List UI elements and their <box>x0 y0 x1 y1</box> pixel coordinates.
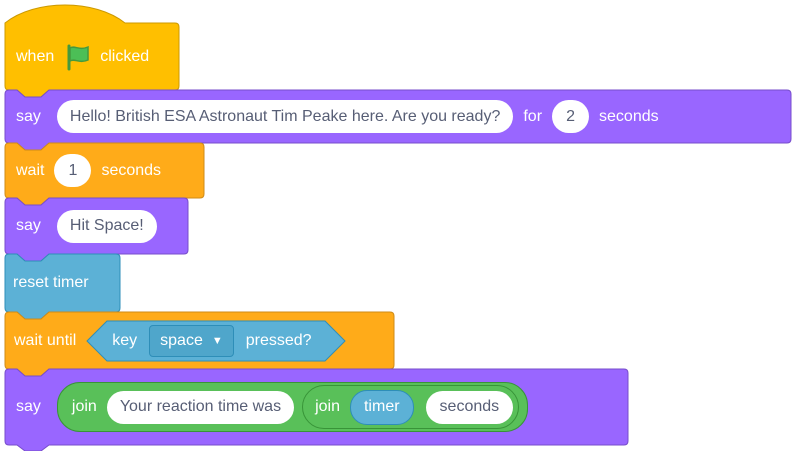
seconds-label: seconds <box>101 161 162 179</box>
seconds-label: seconds <box>599 107 659 125</box>
wait-until-label: wait until <box>14 331 77 349</box>
join-text-input[interactable]: Your reaction time was <box>106 390 295 424</box>
join-label: join <box>71 398 97 415</box>
join-label: join <box>315 398 340 415</box>
clicked-label: clicked <box>100 47 150 65</box>
pressed-label: pressed? <box>245 331 312 349</box>
wait-seconds-block[interactable]: wait 1 seconds <box>4 142 205 206</box>
green-flag-icon <box>67 44 89 70</box>
join-reporter[interactable]: join Your reaction time was join timer s… <box>56 382 529 432</box>
for-label: for <box>523 107 543 125</box>
say-message-input[interactable]: Hello! British ESA Astronaut Tim Peake h… <box>56 100 514 133</box>
timer-reporter[interactable]: timer <box>349 389 414 425</box>
wait-seconds-input[interactable]: 1 <box>54 154 92 187</box>
when-flag-clicked-block[interactable]: when clicked <box>4 4 180 98</box>
key-dropdown[interactable]: space ▼ <box>149 324 234 357</box>
join-seconds-input[interactable]: seconds <box>425 390 514 424</box>
wait-label: wait <box>16 161 45 179</box>
scratch-script: when clicked say Hello! British ESA Astr… <box>0 0 794 451</box>
say-block[interactable]: say Hit Space! <box>4 197 189 262</box>
nested-join-reporter[interactable]: join timer seconds <box>302 385 520 429</box>
say-label: say <box>16 398 41 415</box>
say-join-block[interactable]: say join Your reaction time was join tim… <box>4 368 629 451</box>
reset-timer-label: reset timer <box>13 274 89 291</box>
say-for-seconds-block[interactable]: say Hello! British ESA Astronaut Tim Pea… <box>4 89 792 151</box>
say-label: say <box>16 107 41 125</box>
key-pressed-condition[interactable]: key space ▼ pressed? <box>86 320 346 362</box>
key-label: key <box>112 331 138 349</box>
reset-timer-block[interactable]: reset timer <box>4 253 121 320</box>
say-seconds-input[interactable]: 2 <box>552 100 590 133</box>
dropdown-caret-icon: ▼ <box>211 334 223 347</box>
say-message-input[interactable]: Hit Space! <box>56 209 157 243</box>
key-dropdown-value: space <box>160 331 203 349</box>
when-label: when <box>16 47 55 65</box>
say-label: say <box>16 217 41 234</box>
wait-until-block[interactable]: wait until key space ▼ pressed? <box>4 311 395 377</box>
